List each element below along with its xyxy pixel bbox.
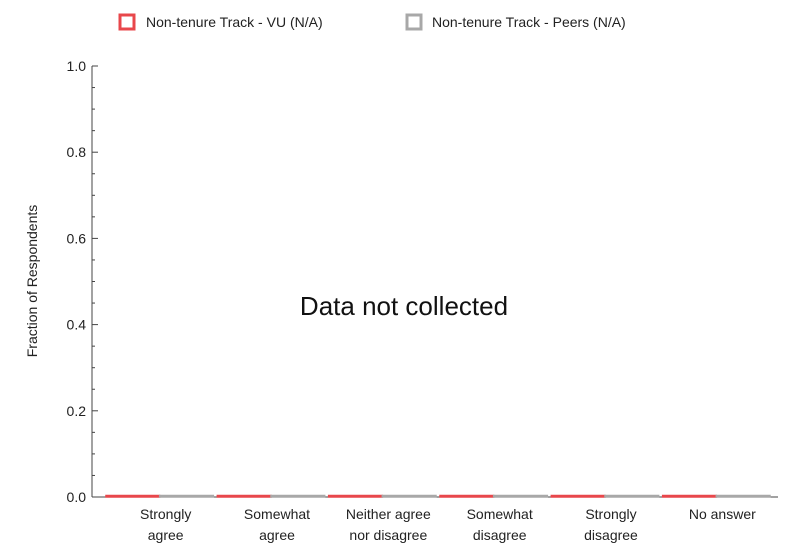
bar-vu-5 xyxy=(661,494,718,498)
y-tick-label: 0.4 xyxy=(67,317,87,333)
legend-swatch-0 xyxy=(118,13,136,31)
x-tick-label: Somewhat agree xyxy=(244,506,310,543)
bar-vu-4 xyxy=(550,494,606,498)
bar-peers-1 xyxy=(270,494,326,498)
legend: Non-tenure Track - VU (N/A) Non-tenure Tr… xyxy=(118,13,626,31)
x-axis: Strongly agree Somewhat agree Neither agree n… xyxy=(92,496,778,543)
y-tick-label: 0.2 xyxy=(67,403,87,419)
y-tick-label: 0.0 xyxy=(67,489,87,505)
x-tick-label: No answer xyxy=(689,506,756,522)
bar-peers-0 xyxy=(158,494,215,498)
y-axis: 0.0 0.2 0.4 0.6 0.8 1.0 xyxy=(67,58,98,505)
y-tick-label: 0.8 xyxy=(67,144,87,160)
x-tick-label: Neither agree nor disagree xyxy=(346,506,431,543)
bar-vu-1 xyxy=(216,494,272,498)
y-tick-label: 1.0 xyxy=(67,58,87,74)
bar-vu-2 xyxy=(327,494,384,498)
x-tick-label: Strongly agree xyxy=(140,506,191,543)
bar-vu-3 xyxy=(439,494,495,498)
legend-swatch-1 xyxy=(405,13,423,31)
bar-peers-5 xyxy=(715,494,771,498)
x-tick-label: Strongly disagree xyxy=(584,506,638,543)
chart: Non-tenure Track - VU (N/A) Non-tenure Tr… xyxy=(24,13,778,543)
y-tick-label: 0.6 xyxy=(67,230,87,246)
legend-label-1: Non-tenure Track - Peers (N/A) xyxy=(432,14,626,30)
bar-peers-2 xyxy=(381,494,437,498)
legend-label-0: Non-tenure Track - VU (N/A) xyxy=(146,14,323,30)
y-axis-label: Fraction of Respondents xyxy=(24,205,40,358)
bar-vu-0 xyxy=(105,494,161,498)
bar-peers-3 xyxy=(492,494,549,498)
x-tick-label: Somewhat disagree xyxy=(467,506,533,543)
no-data-annotation: Data not collected xyxy=(300,291,508,321)
bar-peers-4 xyxy=(604,494,660,498)
